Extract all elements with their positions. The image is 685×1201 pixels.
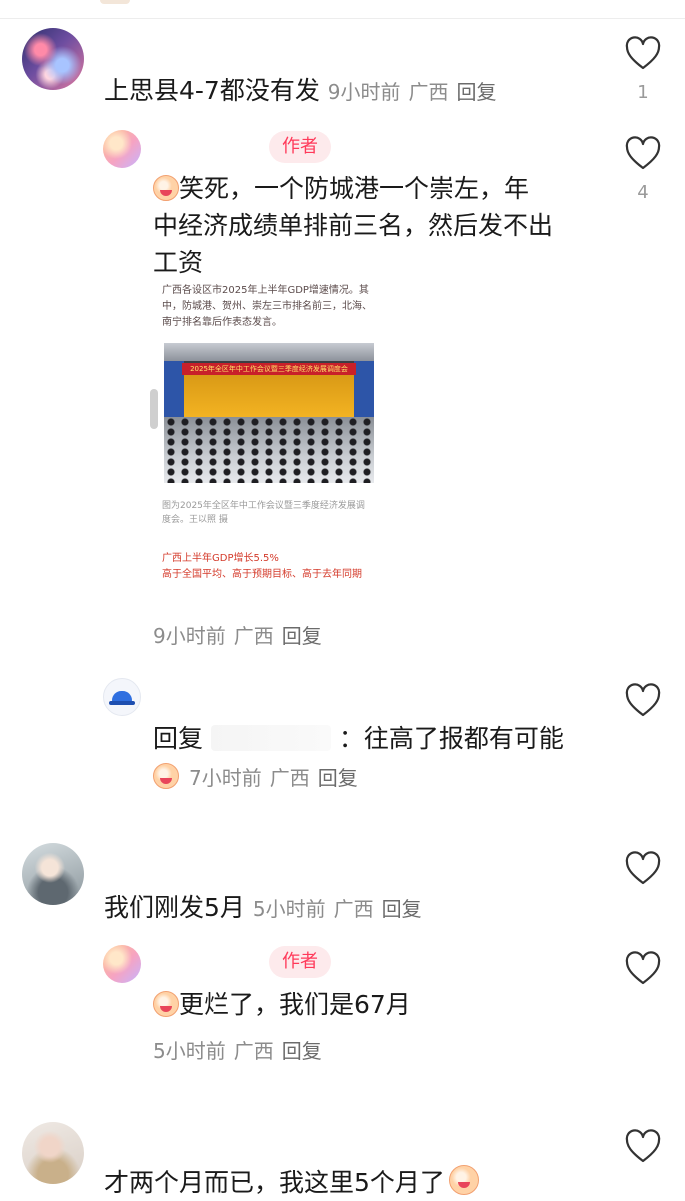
comment-2: 我们刚发5月 5小时前 广西 回复 <box>104 890 422 927</box>
like-button[interactable] <box>623 134 663 174</box>
redacted-username <box>210 725 331 751</box>
divider <box>0 18 685 19</box>
image-pager-indicator <box>150 389 158 429</box>
meeting-banner: 2025年全区年中工作会议暨三季度经济发展调度会 <box>182 363 356 375</box>
author-badge: 作者 <box>269 131 331 163</box>
avatar[interactable] <box>22 1122 84 1184</box>
crying-laughing-emoji-icon <box>448 1165 479 1195</box>
comment-time: 9小时前 <box>327 80 401 104</box>
heart-outline-icon <box>625 851 661 885</box>
comment-meta: 5小时前 广西 回复 <box>253 897 422 921</box>
reply-meta: 7小时前 广西 回复 <box>153 762 358 791</box>
image-highlight: 广西上半年GDP增长5.5% <box>162 553 279 564</box>
reply-text: 回复 ：往高了报都有可能 <box>153 724 564 753</box>
reply-button[interactable]: 回复 <box>457 80 497 104</box>
reply-text: 更烂了，我们是67月 <box>153 987 411 1023</box>
comment-location: 广西 <box>408 80 449 104</box>
heart-outline-icon <box>625 683 661 717</box>
comment-text: 才两个月而已，我这里5个月了 <box>104 1168 445 1197</box>
like-button[interactable] <box>623 849 663 889</box>
crying-laughing-emoji-icon <box>153 175 179 201</box>
image-intro-text: 广西各设区市2025年上半年GDP增速情况。其中，防城港、贺州、崇左三市排名前三… <box>162 285 372 328</box>
image-caption: 图为2025年全区年中工作会议暨三季度经济发展调度会。王以照 摄 <box>162 501 365 525</box>
author-badge: 作者 <box>269 946 331 978</box>
heart-outline-icon <box>625 1129 661 1163</box>
image-highlight: 高于全国平均、高于预期目标、高于去年同期 <box>162 569 362 580</box>
avatar[interactable] <box>103 130 141 168</box>
reply-text-line-1: 笑死，一个防城港一个崇左，年 <box>153 171 529 207</box>
heart-outline-icon <box>625 136 661 170</box>
like-button[interactable] <box>623 1127 663 1167</box>
peach-emoji-icon <box>153 763 179 789</box>
like-button[interactable] <box>623 681 663 721</box>
crying-laughing-emoji-icon <box>153 991 179 1017</box>
reply-button[interactable]: 回复 <box>318 766 358 790</box>
reply-time: 7小时前 <box>189 766 262 790</box>
reply-button[interactable]: 回复 <box>282 624 322 648</box>
like-count: 1 <box>637 82 649 103</box>
like-button[interactable] <box>623 34 663 74</box>
reply-text-line-3: 工资 <box>153 248 204 277</box>
like-button[interactable] <box>623 949 663 989</box>
top-edge-decoration <box>100 0 130 4</box>
comment-3: 才两个月而已，我这里5个月了 <box>104 1165 479 1201</box>
heart-outline-icon <box>625 951 661 985</box>
reply-location: 广西 <box>269 766 310 790</box>
reply-meta: 9小时前 广西 回复 <box>153 620 322 649</box>
avatar[interactable] <box>22 843 84 905</box>
reply-time: 5小时前 <box>153 1039 226 1063</box>
comment-text: 我们刚发5月 <box>104 893 245 922</box>
comment-time: 5小时前 <box>252 897 326 921</box>
avatar[interactable] <box>103 678 141 716</box>
comment-1: 上思县4-7都没有发 9小时前 广西 回复 <box>104 73 497 110</box>
meeting-photo: 2025年全区年中工作会议暨三季度经济发展调度会 <box>164 343 374 483</box>
reply-button[interactable]: 回复 <box>382 897 422 921</box>
reply-text-line-2: 中经济成绩单排前三名，然后发不出 <box>153 211 554 240</box>
avatar[interactable] <box>103 945 141 983</box>
reply-button[interactable]: 回复 <box>282 1039 322 1063</box>
like-count: 4 <box>637 182 649 203</box>
comment-meta: 9小时前 广西 回复 <box>328 80 497 104</box>
avatar[interactable] <box>22 28 84 90</box>
reply-prefix: 回复 <box>153 724 204 753</box>
heart-outline-icon <box>625 36 661 70</box>
reply-meta: 5小时前 广西 回复 <box>153 1035 322 1064</box>
comment-location: 广西 <box>333 897 374 921</box>
comment-text: 上思县4-7都没有发 <box>104 76 320 105</box>
reply-location: 广西 <box>233 1039 274 1063</box>
reply-location: 广西 <box>233 624 274 648</box>
reply-time: 9小时前 <box>153 624 226 648</box>
reply-image[interactable]: 广西各设区市2025年上半年GDP增速情况。其中，防城港、贺州、崇左三市排名前三… <box>160 283 374 583</box>
